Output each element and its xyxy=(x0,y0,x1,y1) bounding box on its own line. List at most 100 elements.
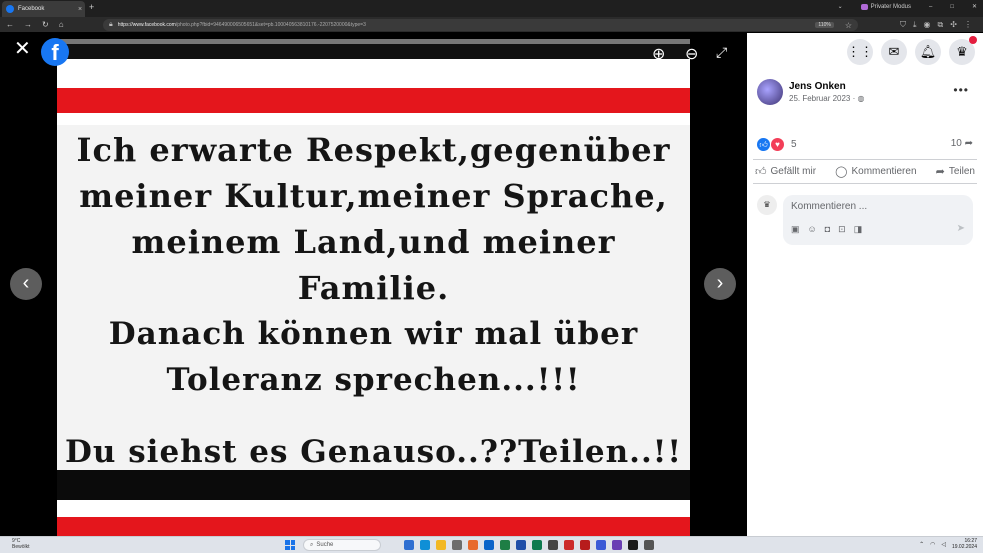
notification-badge xyxy=(969,36,977,44)
app-icon[interactable] xyxy=(420,540,430,550)
profile-avatar-icon[interactable]: ♛ xyxy=(949,36,977,65)
tray-chevron-icon[interactable]: ⌃ xyxy=(919,541,924,548)
share-button[interactable]: ➦ Teilen xyxy=(936,165,975,178)
account-icon[interactable]: ◉ xyxy=(924,20,931,30)
clock-date: 19.02.2024 xyxy=(951,544,977,550)
zoom-out-icon[interactable]: ⊖ xyxy=(685,44,698,64)
post-photo[interactable]: Ich erwarte Respekt,gegenüber meiner Kul… xyxy=(57,39,690,536)
app-icon[interactable] xyxy=(516,540,526,550)
browser-tab-bar: Facebook × + ⌄ Privater Modus – □ ✕ xyxy=(0,0,983,17)
app-icon[interactable] xyxy=(404,540,414,550)
private-mode-label: Privater Modus xyxy=(870,3,911,10)
app-icon[interactable] xyxy=(532,540,542,550)
post-date[interactable]: 25. Februar 2023 · ◍ xyxy=(789,94,864,103)
send-comment-icon[interactable]: ➤ xyxy=(957,223,965,234)
photo-text-bottom: Du siehst es Genauso..??Teilen..!! xyxy=(65,434,682,470)
speaker-icon[interactable]: ◁ xyxy=(941,541,946,548)
tab-list-icon[interactable]: ⌄ xyxy=(838,3,843,10)
privacy-globe-icon: ◍ xyxy=(857,94,865,103)
app-icon[interactable] xyxy=(596,540,606,550)
previous-photo-button[interactable]: ‹ xyxy=(10,268,42,300)
zoom-in-icon[interactable]: ⊕ xyxy=(652,44,665,64)
like-button[interactable]: 👍︎ Gefällt mir xyxy=(755,165,816,178)
private-mode-indicator: Privater Modus xyxy=(860,3,911,10)
taskbar-clock[interactable]: 16:27 19.02.2024 xyxy=(952,538,977,550)
author-name[interactable]: Jens Onken xyxy=(789,81,864,92)
notifications-bell-icon[interactable]: 🔔︎ xyxy=(915,39,941,65)
close-viewer-button[interactable]: ✕ xyxy=(14,39,31,59)
author-avatar[interactable] xyxy=(757,79,783,105)
more-options-icon[interactable]: ••• xyxy=(953,83,969,97)
menu-icon[interactable]: ⋮ xyxy=(964,20,972,30)
search-icon: ⌕ xyxy=(310,541,314,548)
lock-icon: 🔒︎ xyxy=(109,21,113,28)
system-tray: ⌃ ◠ ◁ 16:27 19.02.2024 xyxy=(919,538,977,550)
share-count[interactable]: 10 ➦ xyxy=(951,138,973,149)
commenter-avatar[interactable]: ♛ xyxy=(757,195,777,215)
app-icon[interactable] xyxy=(644,540,654,550)
search-label: Suche xyxy=(316,542,334,548)
close-window-icon[interactable]: ✕ xyxy=(972,3,977,10)
app-icon[interactable] xyxy=(452,540,462,550)
photo-text-line: meiner Kultur,meiner Sprache, xyxy=(79,177,668,215)
facebook-favicon-icon xyxy=(6,5,14,13)
app-icon[interactable] xyxy=(628,540,638,550)
comment-tools: ▣ ☺ ◘ ⊡ ◨ xyxy=(791,224,862,235)
address-bar[interactable]: 🔒︎ https://www.facebook.com/photo.php?fb… xyxy=(103,19,858,31)
windows-taskbar: 9°C Bewölkt ⌕ Suche ⌃ ◠ ◁ 16:27 19.02.20… xyxy=(0,536,983,553)
tab-close-icon[interactable]: × xyxy=(75,6,85,13)
puzzle-icon[interactable]: ✣ xyxy=(950,20,957,30)
photo-black-stripe xyxy=(57,470,690,500)
menu-grid-icon[interactable]: ⋮⋮ xyxy=(847,39,873,65)
share-arrow-icon: ➦ xyxy=(964,138,973,149)
new-tab-button[interactable]: + xyxy=(89,2,94,12)
avatar-sticker-icon[interactable]: ▣ xyxy=(791,224,800,235)
next-photo-button[interactable]: › xyxy=(704,268,736,300)
camera-icon[interactable]: ◘ xyxy=(825,224,830,235)
photo-red-stripe-top xyxy=(57,88,690,113)
photo-text-block: Ich erwarte Respekt,gegenüber meiner Kul… xyxy=(57,127,690,403)
messenger-icon[interactable]: ✉ xyxy=(881,39,907,65)
url-text[interactable]: https://www.facebook.com/photo.php?fbid=… xyxy=(118,22,811,28)
comment-input[interactable]: Kommentieren ... ▣ ☺ ◘ ⊡ ◨ ➤ xyxy=(783,195,973,245)
photo-text-line: meinem Land,und meiner xyxy=(131,223,616,261)
reload-button[interactable]: ↻ xyxy=(42,20,49,29)
forward-button[interactable]: → xyxy=(24,20,32,29)
sticker-icon[interactable]: ◨ xyxy=(854,224,863,235)
home-button[interactable]: ⌂ xyxy=(59,20,64,29)
reactions-summary[interactable]: 👍︎ ♥ 5 xyxy=(757,138,797,151)
comment-label: Kommentieren xyxy=(851,166,917,177)
photo-white-stripe xyxy=(57,500,690,517)
facebook-logo-icon[interactable]: f xyxy=(41,38,69,66)
app-icon[interactable] xyxy=(548,540,558,550)
comment-button[interactable]: ◯ Kommentieren xyxy=(835,165,916,178)
post-side-panel: ⋮⋮ ✉ 🔔︎ ♛ Jens Onken 25. Februar 2023 · … xyxy=(747,33,983,536)
tab-facebook[interactable]: Facebook × xyxy=(2,1,85,17)
app-icon[interactable] xyxy=(436,540,446,550)
app-icon[interactable] xyxy=(564,540,574,550)
app-icon[interactable] xyxy=(484,540,494,550)
taskbar-apps xyxy=(404,540,654,550)
back-button[interactable]: ← xyxy=(6,20,14,29)
app-icon[interactable] xyxy=(612,540,622,550)
wifi-icon[interactable]: ◠ xyxy=(930,541,935,548)
extensions-icon[interactable]: ⧉ xyxy=(938,20,944,30)
app-icon[interactable] xyxy=(500,540,510,550)
emoji-icon[interactable]: ☺ xyxy=(808,224,817,235)
thumbs-up-icon: 👍︎ xyxy=(755,166,767,178)
taskbar-search[interactable]: ⌕ Suche xyxy=(303,539,381,551)
gif-icon[interactable]: ⊡ xyxy=(838,224,846,235)
app-icon[interactable] xyxy=(580,540,590,550)
minimize-window-icon[interactable]: – xyxy=(929,4,932,10)
start-button-icon[interactable] xyxy=(285,540,295,550)
download-icon[interactable]: ⤓ xyxy=(913,20,917,30)
photo-viewer: Ich erwarte Respekt,gegenüber meiner Kul… xyxy=(0,33,747,536)
shield-icon[interactable]: ⛉ xyxy=(900,20,906,30)
weather-widget[interactable]: 9°C Bewölkt xyxy=(12,538,30,550)
bookmark-star-icon[interactable]: ☆ xyxy=(845,21,852,30)
maximize-window-icon[interactable]: □ xyxy=(950,4,954,10)
photo-top-strip xyxy=(57,39,690,44)
fullscreen-icon[interactable]: ⤢ xyxy=(716,44,727,61)
app-icon[interactable] xyxy=(468,540,478,550)
zoom-level-badge[interactable]: 110% xyxy=(815,22,834,28)
